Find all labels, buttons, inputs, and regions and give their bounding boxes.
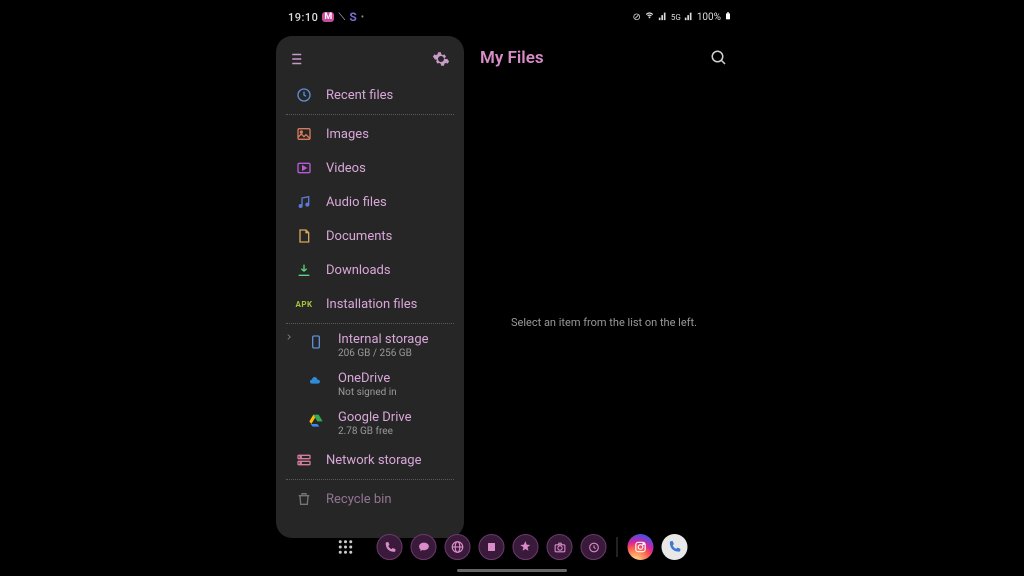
dock-app-icon[interactable] [581, 534, 607, 560]
storage-title: OneDrive [338, 371, 397, 386]
search-icon[interactable] [710, 49, 728, 67]
sidebar-item-onedrive[interactable]: OneDrive Not signed in [276, 365, 464, 404]
dock-phone-icon[interactable] [377, 534, 403, 560]
image-icon [296, 126, 312, 142]
signal-1-icon [658, 11, 668, 24]
dock-star-icon[interactable] [513, 534, 539, 560]
sidebar: Recent files Images Videos Audio file [276, 36, 464, 538]
googledrive-icon [308, 412, 324, 428]
nav-label: Audio files [326, 195, 387, 210]
sidebar-item-images[interactable]: Images [276, 117, 464, 151]
dock-dialer-icon[interactable] [662, 534, 688, 560]
trash-icon [296, 491, 312, 507]
dock [337, 534, 688, 560]
dock-browser-icon[interactable] [445, 534, 471, 560]
apk-icon: APK [296, 296, 312, 312]
sidebar-item-downloads[interactable]: Downloads [276, 253, 464, 287]
divider [286, 479, 454, 480]
nav-label: Recent files [326, 88, 393, 103]
device-frame: 19:10 M ⟍ S • ⊘ 5G 100% [276, 6, 744, 538]
clock-icon [296, 87, 312, 103]
status-bar: 19:10 M ⟍ S • ⊘ 5G 100% [276, 6, 744, 28]
chevron-right-icon [284, 332, 294, 342]
phone-storage-icon [308, 334, 324, 350]
sidebar-item-recent[interactable]: Recent files [276, 78, 464, 112]
storage-sub: 206 GB / 256 GB [338, 348, 429, 359]
download-icon [296, 262, 312, 278]
status-right: ⊘ 5G 100% [632, 10, 732, 25]
storage-sub: Not signed in [338, 387, 397, 398]
battery-text: 100% [697, 12, 721, 23]
nav-label: Network storage [326, 453, 422, 468]
app-drawer-icon[interactable] [337, 538, 355, 556]
nav-label: Images [326, 127, 369, 142]
onedrive-icon [308, 373, 324, 389]
main-pane: My Files Select an item from the list on… [464, 28, 744, 538]
nav-label: Downloads [326, 263, 391, 278]
sidebar-item-documents[interactable]: Documents [276, 219, 464, 253]
nav-label: Videos [326, 161, 366, 176]
divider [286, 114, 454, 115]
pen-icon: ⟍ [338, 12, 345, 23]
s-icon: S [349, 10, 356, 24]
sidebar-item-installation[interactable]: APK Installation files [276, 287, 464, 321]
signal-3-icon [684, 11, 694, 24]
dock-instagram-icon[interactable] [628, 534, 654, 560]
divider [286, 323, 454, 324]
status-left: 19:10 M ⟍ S • [288, 10, 364, 24]
more-notif-icon: • [361, 12, 364, 23]
dock-divider [617, 537, 618, 557]
document-icon [296, 228, 312, 244]
network-icon [296, 452, 312, 468]
content-area: Recent files Images Videos Audio file [276, 28, 744, 538]
sidebar-item-network[interactable]: Network storage [276, 443, 464, 477]
status-app-icon: M [322, 12, 334, 22]
nav-label: Documents [326, 229, 392, 244]
dock-camera-icon[interactable] [547, 534, 573, 560]
dnd-icon: ⊘ [632, 12, 640, 23]
page-title: My Files [480, 48, 544, 68]
dock-notes-icon[interactable] [479, 534, 505, 560]
nav-label: Recycle bin [326, 492, 392, 507]
sidebar-item-videos[interactable]: Videos [276, 151, 464, 185]
dock-chat-icon[interactable] [411, 534, 437, 560]
storage-title: Google Drive [338, 410, 411, 425]
nav-handle[interactable] [457, 569, 567, 572]
sidebar-item-internal-storage[interactable]: Internal storage 206 GB / 256 GB [276, 326, 464, 365]
storage-sub: 2.78 GB free [338, 426, 411, 437]
video-icon [296, 160, 312, 176]
wifi-icon [644, 10, 655, 24]
sidebar-item-audio[interactable]: Audio files [276, 185, 464, 219]
music-icon [296, 194, 312, 210]
sidebar-item-googledrive[interactable]: Google Drive 2.78 GB free [276, 404, 464, 443]
status-time: 19:10 [288, 11, 318, 24]
battery-icon [724, 10, 732, 25]
sidebar-item-recycle[interactable]: Recycle bin [276, 482, 464, 516]
storage-title: Internal storage [338, 332, 429, 347]
empty-message: Select an item from the list on the left… [464, 316, 744, 329]
signal-2-icon: 5G [671, 13, 681, 22]
gear-icon[interactable] [432, 50, 450, 68]
nav-label: Installation files [326, 297, 417, 312]
menu-icon[interactable] [290, 50, 308, 68]
